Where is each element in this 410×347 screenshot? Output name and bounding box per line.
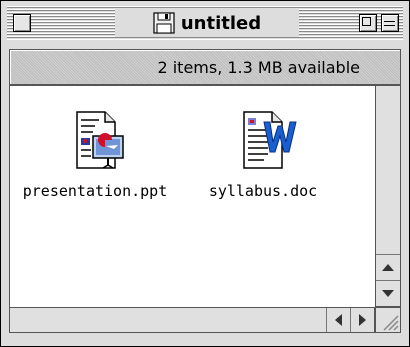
scroll-right-button[interactable] xyxy=(350,308,374,332)
up-arrow-icon xyxy=(382,264,394,271)
right-arrow-icon xyxy=(359,314,366,326)
horizontal-scrollbar[interactable] xyxy=(9,307,375,333)
close-box-button[interactable] xyxy=(13,14,31,32)
floppy-disk-icon xyxy=(153,12,175,34)
resize-grow-box[interactable] xyxy=(375,307,401,333)
file-item-presentation[interactable]: presentation.ppt xyxy=(10,100,180,210)
left-arrow-icon xyxy=(335,314,342,326)
scroll-down-button[interactable] xyxy=(376,280,400,306)
zoom-box-button[interactable] xyxy=(359,14,377,32)
down-arrow-icon xyxy=(382,290,394,297)
title-bar[interactable]: untitled xyxy=(7,6,403,40)
item-count-status: 2 items, 1.3 MB available xyxy=(157,58,360,77)
folder-contents[interactable]: presentation.ppt syllabus.doc xyxy=(9,85,375,307)
scroll-left-button[interactable] xyxy=(326,308,350,332)
finder-window: untitled 2 items, 1.3 MB available prese… xyxy=(0,0,410,347)
scroll-up-button[interactable] xyxy=(376,254,400,280)
collapse-box-button[interactable] xyxy=(381,14,399,32)
vertical-scrollbar[interactable] xyxy=(375,85,401,307)
file-item-syllabus[interactable]: syllabus.doc xyxy=(178,100,348,210)
window-title: untitled xyxy=(115,9,299,37)
window-info-header: 2 items, 1.3 MB available xyxy=(9,49,401,85)
resize-grip-icon xyxy=(383,315,399,331)
word-document-icon[interactable] xyxy=(234,108,298,172)
file-name-presentation[interactable]: presentation.ppt xyxy=(10,182,180,200)
powerpoint-document-icon[interactable] xyxy=(63,108,127,172)
window-title-text: untitled xyxy=(180,12,262,34)
file-name-syllabus[interactable]: syllabus.doc xyxy=(178,182,348,200)
